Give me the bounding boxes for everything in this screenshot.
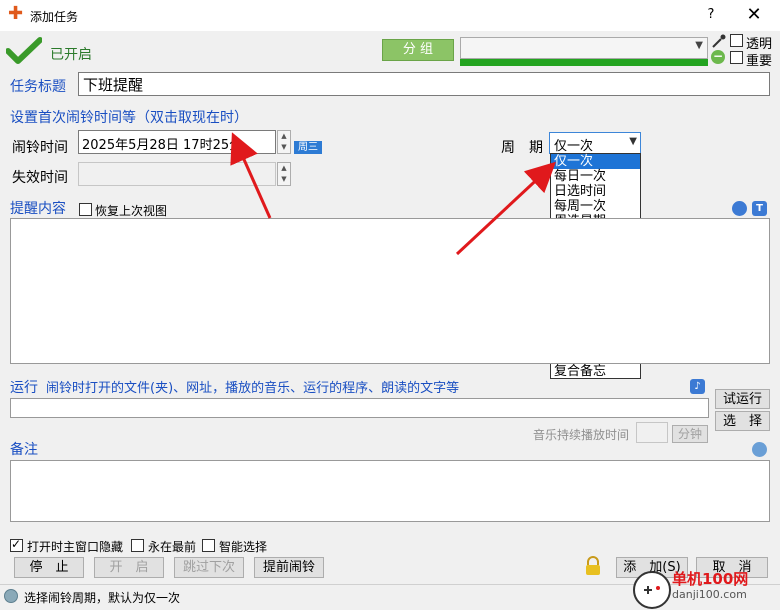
spin-up-icon[interactable]: ▲ [278,163,290,174]
close-button[interactable]: ✕ [740,3,768,27]
stop-button[interactable]: 停 止 [14,557,84,578]
run-label: 运行 [10,380,38,396]
minute-button[interactable]: 分钟 [672,425,708,443]
task-title-input[interactable] [78,72,770,96]
task-title-label: 任务标题 [10,79,66,95]
period-select-value: 仅一次 [554,139,594,154]
important-checkbox[interactable] [730,51,743,64]
note-textarea[interactable] [10,460,770,522]
always-top-checkbox[interactable] [131,539,144,552]
alarm-time-input[interactable]: 2025年5月28日 17时25分 [78,130,276,154]
restore-view-label: 恢复上次视图 [95,204,168,218]
text-format-icon[interactable]: T [752,201,767,216]
important-label: 重要 [746,54,773,69]
globe-icon[interactable] [732,201,747,216]
title-bar [0,0,780,31]
smart-select-label: 智能选择 [219,540,268,554]
chevron-down-icon: ▼ [695,40,703,51]
period-option[interactable]: 复合备忘 [551,364,640,379]
period-option[interactable]: 每周一次 [551,199,640,214]
alarm-section-label: 设置首次闹铃时间等（双击取现在时） [10,110,248,126]
alarm-time-value: 2025年5月28日 17时25分 [82,138,243,153]
music-note-icon[interactable]: ♪ [690,379,705,394]
group-color-bar [460,59,708,66]
period-option[interactable]: 仅一次 [551,154,640,169]
content-label: 提醒内容 [10,201,66,217]
restore-view-checkbox[interactable] [79,203,92,216]
expire-time-label: 失效时间 [12,170,68,186]
music-duration-input[interactable] [636,422,668,443]
chevron-down-icon: ▼ [629,136,637,147]
avatar-icon[interactable] [752,442,767,457]
start-button[interactable]: 开 启 [94,557,164,578]
test-run-button[interactable]: 试运行 [715,389,770,409]
always-top-label: 永在最前 [148,540,197,554]
enabled-status-text: 已开启 [50,47,92,63]
expire-time-spinner[interactable]: ▲ ▼ [277,162,291,186]
help-button[interactable]: ? [700,4,722,26]
spin-up-icon[interactable]: ▲ [278,131,290,142]
period-option[interactable]: 日选时间 [551,184,640,199]
period-option[interactable]: 每日一次 [551,169,640,184]
hide-main-checkbox[interactable] [10,537,23,552]
choose-button[interactable]: 选 择 [715,411,770,431]
group-select[interactable]: ▼ [460,37,708,59]
alarm-time-spinner[interactable]: ▲ ▼ [277,130,291,154]
hide-main-label: 打开时主窗口隐藏 [27,540,124,554]
skip-next-button[interactable]: 跳过下次 [174,557,244,578]
smart-select-checkbox[interactable] [202,539,215,552]
note-label: 备注 [10,442,38,458]
lock-icon[interactable] [584,556,602,580]
status-text: 选择闹铃周期，默认为仅一次 [24,591,181,605]
run-hint: 闹铃时打开的文件(夹)、网址，播放的音乐、运行的程序、朗读的文字等 [46,381,460,396]
transparent-checkbox[interactable] [730,34,743,47]
period-select[interactable]: 仅一次 ▼ [549,132,641,154]
reminder-content-textarea[interactable] [10,218,770,364]
early-alarm-button[interactable]: 提前闹铃 [254,557,324,578]
checkmark-icon [5,37,43,69]
app-plus-icon: ✚ [8,3,24,24]
run-target-input[interactable] [10,398,709,418]
weekday-badge: 周三 [294,141,322,154]
status-info-icon [4,589,18,603]
group-button[interactable]: 分 组 [382,39,454,61]
spin-down-icon[interactable]: ▼ [278,174,290,185]
watermark-title: 单机100网 [672,570,749,588]
spin-down-icon[interactable]: ▼ [278,142,290,153]
minus-circle-icon[interactable]: − [711,50,725,64]
window-title: 添加任务 [30,10,79,24]
period-label: 周 期 [501,140,543,156]
expire-time-input[interactable] [78,162,276,186]
alarm-time-label: 闹铃时间 [12,140,68,156]
watermark-subtitle: danji100.com [672,588,747,601]
music-duration-label: 音乐持续播放时间 [533,428,630,442]
